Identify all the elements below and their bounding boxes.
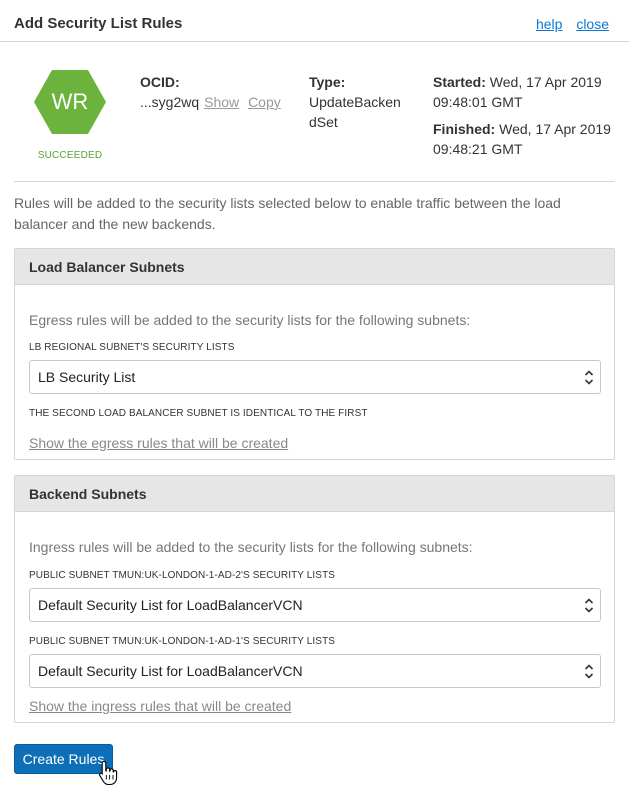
ocid-value: ...syg2wq	[140, 94, 200, 110]
close-link[interactable]: close	[576, 16, 609, 32]
second-subnet-note: THE SECOND LOAD BALANCER SUBNET IS IDENT…	[29, 408, 368, 419]
panel-description: Egress rules will be added to the securi…	[29, 312, 471, 328]
ocid-block: OCID: ...syg2wq Show Copy	[140, 72, 281, 112]
intro-text: Rules will be added to the security list…	[14, 195, 561, 232]
select-value: LB Security List	[38, 369, 136, 385]
badge-initials: WR	[51, 89, 89, 114]
dialog-header: Add Security List Rules help close	[0, 0, 629, 42]
type-label: Type:	[309, 74, 346, 90]
ocid-label: OCID:	[140, 74, 180, 90]
ocid-copy-link[interactable]: Copy	[248, 94, 281, 110]
subnet-ad1-caption: PUBLIC SUBNET TMUN:UK-LONDON-1-AD-1'S SE…	[29, 636, 336, 647]
help-link[interactable]: help	[536, 16, 562, 32]
time-block: Started: Wed, 17 Apr 2019 09:48:01 GMT F…	[433, 72, 613, 159]
updown-chevron-icon	[584, 598, 594, 613]
updown-chevron-icon	[584, 664, 594, 679]
panel-title: Load Balancer Subnets	[15, 249, 614, 285]
subnet-ad1-security-list-select[interactable]: Default Security List for LoadBalancerVC…	[29, 654, 601, 688]
regional-subnet-caption: LB REGIONAL SUBNET'S SECURITY LISTS	[29, 342, 235, 353]
type-value: UpdateBackendSet	[309, 94, 401, 130]
type-block: Type: UpdateBackendSet	[309, 72, 405, 132]
updown-chevron-icon	[584, 370, 594, 385]
select-value: Default Security List for LoadBalancerVC…	[38, 663, 303, 679]
ocid-show-link[interactable]: Show	[204, 94, 239, 110]
hand-cursor-icon	[99, 760, 118, 786]
load-balancer-subnets-panel: Load Balancer Subnets Egress rules will …	[14, 248, 615, 460]
panel-description: Ingress rules will be added to the secur…	[29, 539, 473, 555]
ocid-value-row: ...syg2wq Show Copy	[140, 92, 281, 112]
finished-row: Finished: Wed, 17 Apr 2019 09:48:21 GMT	[433, 119, 613, 159]
subnet-ad2-security-list-select[interactable]: Default Security List for LoadBalancerVC…	[29, 588, 601, 622]
show-ingress-rules-link[interactable]: Show the ingress rules that will be crea…	[29, 698, 291, 714]
panel-title: Backend Subnets	[15, 476, 614, 512]
select-value: Default Security List for LoadBalancerVC…	[38, 597, 303, 613]
started-label: Started:	[433, 74, 486, 90]
work-request-badge: WR	[34, 70, 106, 134]
finished-label: Finished:	[433, 121, 496, 137]
dialog-title: Add Security List Rules	[14, 15, 183, 32]
started-row: Started: Wed, 17 Apr 2019 09:48:01 GMT	[433, 72, 613, 112]
subnet-ad2-caption: PUBLIC SUBNET TMUN:UK-LONDON-1-AD-2'S SE…	[29, 570, 336, 581]
header-links: help close	[526, 16, 609, 32]
show-egress-rules-link[interactable]: Show the egress rules that will be creat…	[29, 435, 288, 451]
work-request-summary: WR SUCCEEDED OCID: ...syg2wq Show Copy Ty…	[14, 42, 615, 182]
backend-subnets-panel: Backend Subnets Ingress rules will be ad…	[14, 475, 615, 723]
lb-security-list-select[interactable]: LB Security List	[29, 360, 601, 394]
status-label: SUCCEEDED	[37, 150, 103, 161]
